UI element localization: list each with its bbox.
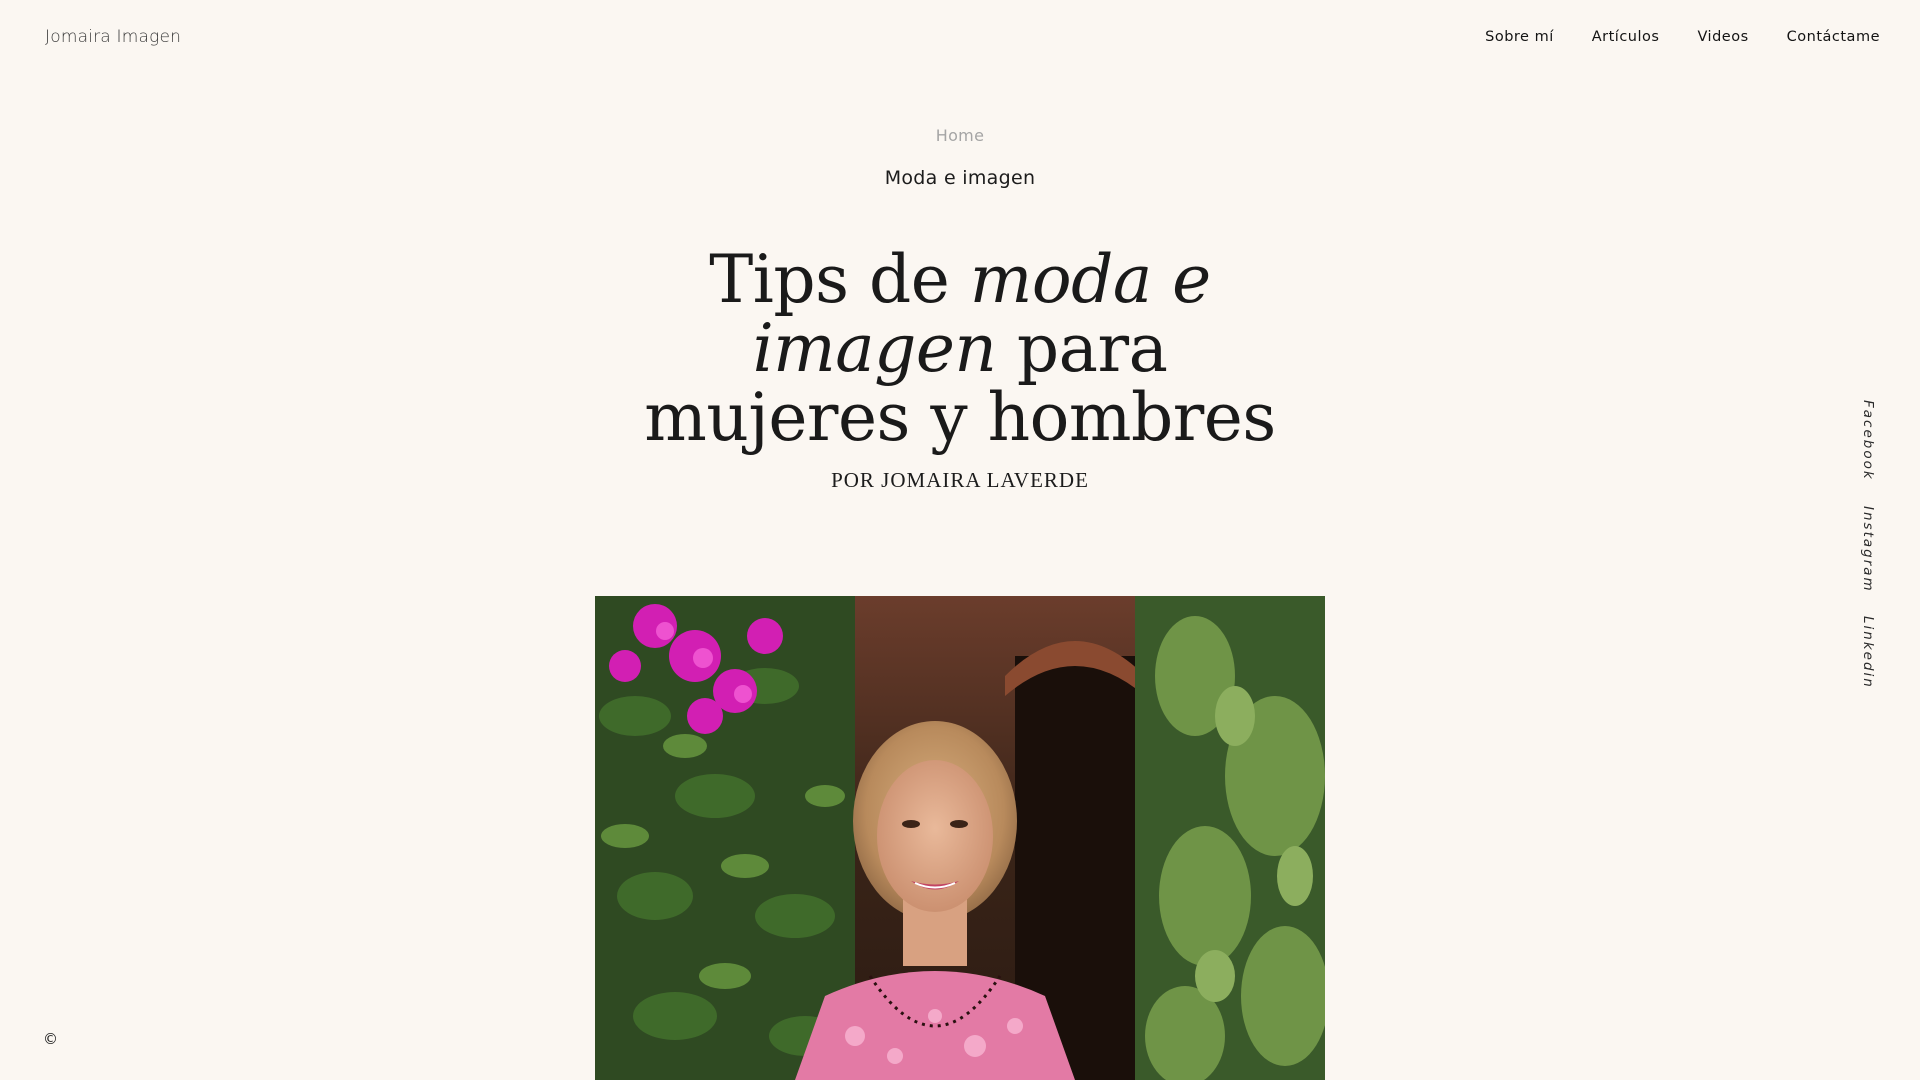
- nav-item-sobre-mi[interactable]: Sobre mí: [1485, 29, 1554, 45]
- article-title: Tips de moda e imagen para mujeres y hom…: [610, 245, 1310, 452]
- social-linkedin-link[interactable]: Linkedin: [1860, 616, 1876, 689]
- breadcrumb-home-link[interactable]: Home: [936, 126, 984, 145]
- title-part-1: Tips de: [709, 241, 970, 318]
- social-facebook-link[interactable]: Facebook: [1860, 400, 1876, 481]
- site-logo-link[interactable]: Jomaira Imagen: [45, 27, 181, 47]
- copyright: ©: [43, 1030, 58, 1048]
- page: Jomaira Imagen Sobre mí Artículos Videos…: [0, 0, 1920, 1080]
- hero-photo: [595, 596, 1325, 1080]
- article-byline: POR JOMAIRA LAVERDE: [831, 468, 1089, 492]
- nav-item-videos[interactable]: Videos: [1697, 29, 1748, 45]
- category-link[interactable]: Moda e imagen: [0, 167, 1920, 189]
- main-nav: Sobre mí Artículos Videos Contáctame: [1485, 29, 1880, 45]
- nav-item-articulos[interactable]: Artículos: [1592, 29, 1660, 45]
- nav-item-contactame[interactable]: Contáctame: [1787, 29, 1880, 45]
- social-instagram-link[interactable]: Instagram: [1860, 506, 1876, 593]
- article-header: Home Moda e imagen Tips de moda e imagen…: [0, 126, 1920, 493]
